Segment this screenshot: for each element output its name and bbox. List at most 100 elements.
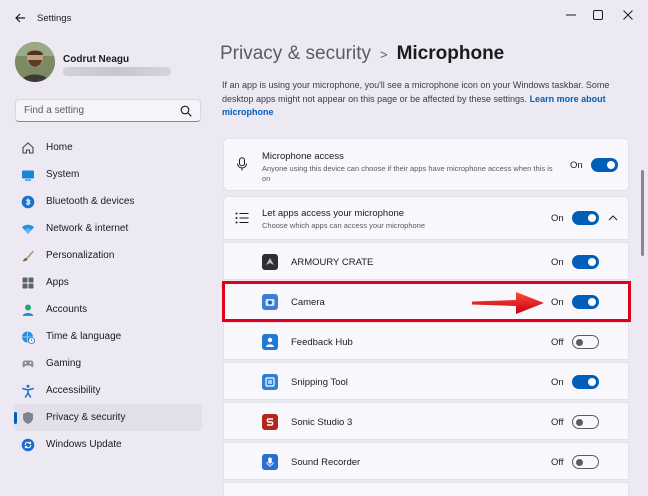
- update-icon: [20, 437, 36, 453]
- title-bar: Settings: [0, 0, 648, 34]
- bluetooth-icon: [20, 194, 36, 210]
- app-title: Settings: [37, 13, 72, 24]
- user-avatar-icon: [15, 42, 55, 82]
- shield-icon: [20, 410, 36, 426]
- sidebar-item-label: Home: [46, 142, 73, 153]
- breadcrumb-separator: >: [379, 46, 388, 62]
- apps-access-description: Choose which apps can access your microp…: [262, 221, 426, 230]
- minimize-button[interactable]: [559, 6, 583, 24]
- sound-recorder-icon: [262, 454, 278, 470]
- app-name: Feedback Hub: [291, 337, 353, 348]
- microphone-access-description: Anyone using this device can choose if t…: [262, 164, 553, 183]
- app-toggle-feedback-hub[interactable]: [572, 335, 599, 349]
- search-box[interactable]: [15, 99, 201, 122]
- app-state: On: [551, 377, 564, 388]
- scrollbar[interactable]: [641, 170, 644, 256]
- apps-access-title: Let apps access your microphone: [262, 208, 405, 219]
- microphone-access-card: Microphone access Anyone using this devi…: [223, 138, 629, 191]
- sidebar-item-label: Accessibility: [46, 385, 101, 396]
- app-toggle-snipping-tool[interactable]: [572, 375, 599, 389]
- sidebar-item-windows-update[interactable]: Windows Update: [14, 431, 202, 458]
- avatar[interactable]: [15, 42, 55, 82]
- app-row-partial: [223, 482, 629, 496]
- nav-list: Home System Bluetooth & devices Network …: [14, 134, 202, 458]
- app-name: ARMOURY CRATE: [291, 257, 374, 268]
- microphone-access-toggle[interactable]: [591, 158, 618, 172]
- close-icon: [623, 10, 633, 20]
- sidebar-item-label: Apps: [46, 277, 69, 288]
- gamepad-icon: [20, 356, 36, 372]
- home-icon: [20, 140, 36, 156]
- sidebar-item-label: Gaming: [46, 358, 82, 369]
- sidebar-item-label: Time & language: [46, 331, 122, 342]
- app-row-snipping-tool: Snipping Tool On: [223, 362, 629, 400]
- accounts-icon: [20, 302, 36, 318]
- app-name: Sonic Studio 3: [291, 417, 353, 428]
- wifi-icon: [20, 221, 36, 237]
- microphone-access-state: On: [570, 160, 583, 171]
- user-name: Codrut Neagu: [63, 54, 130, 65]
- sidebar-item-label: Network & internet: [46, 223, 129, 234]
- app-row-armoury-crate: ARMOURY CRATE On: [223, 242, 629, 280]
- sidebar-item-network[interactable]: Network & internet: [14, 215, 202, 242]
- search-input[interactable]: [16, 100, 166, 121]
- snipping-tool-icon: [262, 374, 278, 390]
- chevron-up-icon[interactable]: [608, 215, 618, 221]
- app-row-sound-recorder: Sound Recorder Off: [223, 442, 629, 480]
- accessibility-icon: [20, 383, 36, 399]
- feedback-hub-icon: [262, 334, 278, 350]
- maximize-icon: [593, 10, 603, 20]
- app-toggle-sound-recorder[interactable]: [572, 455, 599, 469]
- back-button[interactable]: [10, 8, 30, 28]
- app-state: Off: [551, 417, 564, 428]
- system-icon: [20, 167, 36, 183]
- maximize-button[interactable]: [586, 6, 610, 24]
- globe-clock-icon: [20, 329, 36, 345]
- list-icon: [235, 212, 249, 224]
- intro-text: If an app is using your microphone, you'…: [222, 79, 632, 120]
- search-icon: [180, 105, 192, 117]
- sidebar-item-accounts[interactable]: Accounts: [14, 296, 202, 323]
- apps-access-toggle[interactable]: [572, 211, 599, 225]
- user-email-blurred: [63, 67, 171, 76]
- sidebar: Codrut Neagu Home System Bluetooth & dev…: [0, 34, 212, 496]
- sidebar-item-label: Accounts: [46, 304, 88, 315]
- apps-access-card[interactable]: Let apps access your microphone Choose w…: [223, 196, 629, 240]
- sidebar-item-home[interactable]: Home: [14, 134, 202, 161]
- app-row-sonic-studio: Sonic Studio 3 Off: [223, 402, 629, 440]
- main-content: Privacy & security > Microphone If an ap…: [212, 34, 648, 496]
- sidebar-item-label: Bluetooth & devices: [46, 196, 135, 207]
- app-state: Off: [551, 337, 564, 348]
- breadcrumb-parent[interactable]: Privacy & security: [220, 43, 371, 65]
- sidebar-item-personalization[interactable]: Personalization: [14, 242, 202, 269]
- breadcrumb: Privacy & security > Microphone: [220, 43, 504, 65]
- brush-icon: [20, 248, 36, 264]
- apps-icon: [20, 275, 36, 291]
- sidebar-item-label: Windows Update: [46, 439, 122, 450]
- app-state: Off: [551, 457, 564, 468]
- highlight-box: [222, 281, 631, 322]
- sidebar-item-time-language[interactable]: Time & language: [14, 323, 202, 350]
- sonic-studio-icon: [262, 414, 278, 430]
- app-row-feedback-hub: Feedback Hub Off: [223, 322, 629, 360]
- sidebar-item-accessibility[interactable]: Accessibility: [14, 377, 202, 404]
- microphone-access-title: Microphone access: [262, 151, 344, 162]
- sidebar-item-privacy-security[interactable]: Privacy & security: [14, 404, 202, 431]
- apps-access-state: On: [551, 213, 564, 224]
- page-title: Microphone: [396, 43, 505, 64]
- app-toggle-sonic-studio[interactable]: [572, 415, 599, 429]
- app-name: Sound Recorder: [291, 457, 361, 468]
- sidebar-item-bluetooth[interactable]: Bluetooth & devices: [14, 188, 202, 215]
- app-toggle-armoury-crate[interactable]: [572, 255, 599, 269]
- minimize-icon: [566, 14, 576, 16]
- microphone-icon: [237, 157, 247, 171]
- close-button[interactable]: [616, 6, 640, 24]
- armoury-crate-icon: [262, 254, 278, 270]
- sidebar-item-system[interactable]: System: [14, 161, 202, 188]
- sidebar-item-apps[interactable]: Apps: [14, 269, 202, 296]
- app-state: On: [551, 257, 564, 268]
- back-arrow-icon: [15, 13, 25, 23]
- sidebar-item-gaming[interactable]: Gaming: [14, 350, 202, 377]
- app-name: Snipping Tool: [291, 377, 348, 388]
- sidebar-item-label: Personalization: [46, 250, 115, 261]
